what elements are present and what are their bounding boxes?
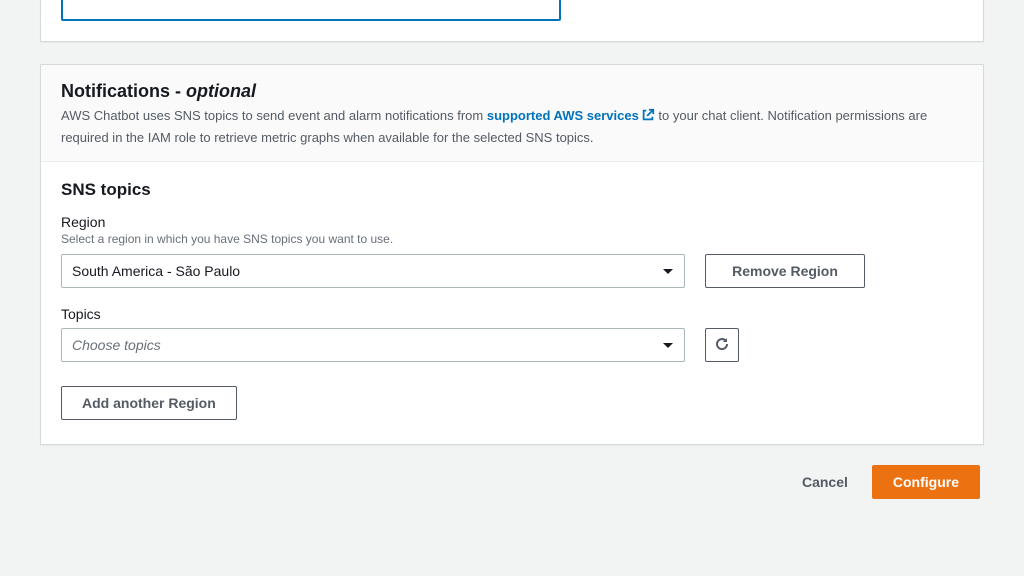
- topics-label: Topics: [61, 306, 963, 322]
- notifications-card: Notifications - optional AWS Chatbot use…: [40, 64, 984, 445]
- previous-section-card: [40, 0, 984, 42]
- external-link-icon: [641, 108, 655, 128]
- notifications-title-optional: optional: [186, 81, 256, 101]
- notifications-desc: AWS Chatbot uses SNS topics to send even…: [61, 106, 963, 147]
- configure-label: Configure: [893, 474, 959, 490]
- region-label: Region: [61, 214, 963, 230]
- add-another-region-label: Add another Region: [82, 395, 216, 411]
- sns-topics-title: SNS topics: [61, 180, 963, 200]
- refresh-icon: [714, 336, 730, 355]
- cancel-label: Cancel: [802, 474, 848, 490]
- region-field: Region Select a region in which you have…: [61, 214, 963, 288]
- notifications-body: SNS topics Region Select a region in whi…: [41, 162, 983, 444]
- region-select[interactable]: South America - São Paulo: [61, 254, 685, 288]
- notifications-title-prefix: Notifications -: [61, 81, 186, 101]
- supported-services-link[interactable]: supported AWS services: [487, 108, 655, 123]
- configure-button[interactable]: Configure: [872, 465, 980, 499]
- region-select-value: South America - São Paulo: [72, 263, 240, 279]
- cancel-button[interactable]: Cancel: [792, 466, 858, 498]
- chevron-down-icon: [662, 337, 674, 353]
- notifications-header: Notifications - optional AWS Chatbot use…: [41, 65, 983, 162]
- footer-actions: Cancel Configure: [40, 465, 984, 499]
- remove-region-button[interactable]: Remove Region: [705, 254, 865, 288]
- add-another-region-button[interactable]: Add another Region: [61, 386, 237, 420]
- notifications-desc-part1: AWS Chatbot uses SNS topics to send even…: [61, 108, 487, 123]
- notifications-title: Notifications - optional: [61, 81, 963, 102]
- previous-section-input[interactable]: [61, 0, 561, 21]
- supported-services-link-text: supported AWS services: [487, 108, 639, 123]
- region-hint: Select a region in which you have SNS to…: [61, 232, 963, 246]
- remove-region-label: Remove Region: [732, 263, 838, 279]
- topics-field: Topics Choose topics: [61, 306, 963, 362]
- chevron-down-icon: [662, 263, 674, 279]
- refresh-topics-button[interactable]: [705, 328, 739, 362]
- topics-select-placeholder: Choose topics: [72, 337, 161, 353]
- topics-select[interactable]: Choose topics: [61, 328, 685, 362]
